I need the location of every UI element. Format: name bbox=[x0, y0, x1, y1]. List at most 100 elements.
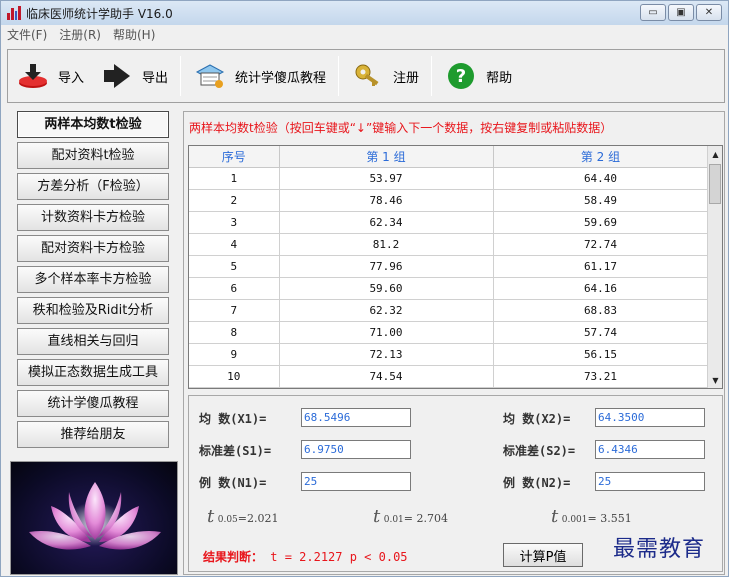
app-chart-icon bbox=[7, 6, 21, 20]
row-index-cell: 9 bbox=[189, 343, 280, 366]
menu-register[interactable]: 注册(R) bbox=[53, 26, 107, 43]
row-index-cell: 1 bbox=[189, 167, 280, 190]
table-row[interactable]: 7 62.32 68.83 bbox=[189, 299, 709, 322]
result-value: t = 2.2127 p < 0.05 bbox=[270, 550, 408, 564]
table-row[interactable]: 1 53.97 64.40 bbox=[189, 167, 709, 190]
group2-cell[interactable]: 56.15 bbox=[493, 343, 709, 366]
group2-cell[interactable]: 72.74 bbox=[493, 233, 709, 256]
nav-recommend-friend[interactable]: 推荐给朋友 bbox=[17, 421, 169, 448]
group1-cell[interactable]: 71.00 bbox=[279, 321, 494, 344]
export-icon bbox=[100, 61, 134, 91]
group2-cell[interactable]: 59.69 bbox=[493, 211, 709, 234]
column-header-index: 序号 bbox=[189, 146, 280, 168]
table-row[interactable]: 10 74.54 73.21 bbox=[189, 365, 709, 388]
group2-cell[interactable]: 73.21 bbox=[493, 365, 709, 388]
minimize-button[interactable]: ▭ bbox=[640, 4, 666, 21]
toolbar-separator bbox=[338, 56, 340, 96]
result-judgement: 结果判断： t = 2.2127 p < 0.05 bbox=[203, 550, 408, 564]
vertical-scrollbar[interactable]: ▲ ▼ bbox=[707, 146, 722, 388]
group1-cell[interactable]: 59.60 bbox=[279, 277, 494, 300]
nav-anova[interactable]: 方差分析（F检验） bbox=[17, 173, 169, 200]
nav-paired-t-test[interactable]: 配对资料t检验 bbox=[17, 142, 169, 169]
t-critical-001: t 0.01= 2.704 bbox=[373, 506, 448, 527]
import-button[interactable]: 导入 bbox=[8, 56, 92, 96]
export-button[interactable]: 导出 bbox=[92, 56, 176, 96]
maximize-button[interactable]: ▣ bbox=[668, 4, 694, 21]
toolbar-separator bbox=[180, 56, 182, 96]
group1-cell[interactable]: 78.46 bbox=[279, 189, 494, 212]
window-title: 临床医师统计学助手 V16.0 bbox=[26, 6, 173, 21]
key-icon bbox=[351, 61, 385, 91]
t-critical-0001: t 0.001= 3.551 bbox=[551, 506, 632, 527]
group2-cell[interactable]: 64.40 bbox=[493, 167, 709, 190]
t-critical-005: t 0.05=2.021 bbox=[207, 506, 279, 527]
scroll-down-icon[interactable]: ▼ bbox=[708, 372, 722, 388]
sd2-label: 标准差(S2)= bbox=[503, 444, 576, 458]
n2-label: 例 数(N2)= bbox=[503, 476, 571, 490]
nav-correlation-regression[interactable]: 直线相关与回归 bbox=[17, 328, 169, 355]
data-grid[interactable]: 序号 第 1 组 第 2 组 1 53.97 64.40 2 78.46 58.49 3 62… bbox=[188, 145, 723, 389]
watermark-text: 最需教育 bbox=[613, 537, 706, 562]
group1-cell[interactable]: 81.2 bbox=[279, 233, 494, 256]
table-row[interactable]: 6 59.60 64.16 bbox=[189, 277, 709, 300]
row-index-cell: 3 bbox=[189, 211, 280, 234]
calculate-p-button[interactable]: 计算P值 bbox=[503, 543, 583, 567]
nav-two-sample-t-test[interactable]: 两样本均数t检验 bbox=[17, 111, 169, 138]
app-window: 临床医师统计学助手 V16.0 ▭ ▣ ✕ 文件(F) 注册(R) 帮助(H) … bbox=[0, 0, 729, 577]
column-header-group1: 第 1 组 bbox=[279, 146, 494, 168]
mean2-label: 均 数(X2)= bbox=[503, 412, 571, 426]
table-row[interactable]: 5 77.96 61.17 bbox=[189, 255, 709, 278]
group1-cell[interactable]: 74.54 bbox=[279, 365, 494, 388]
nav-chi-square-paired[interactable]: 配对资料卡方检验 bbox=[17, 235, 169, 262]
group2-cell[interactable]: 57.74 bbox=[493, 321, 709, 344]
help-icon: ? bbox=[444, 61, 478, 91]
group2-cell[interactable]: 58.49 bbox=[493, 189, 709, 212]
n1-field[interactable]: 25 bbox=[301, 472, 411, 491]
import-icon bbox=[16, 61, 50, 91]
sd1-label: 标准差(S1)= bbox=[199, 444, 272, 458]
menu-file[interactable]: 文件(F) bbox=[1, 26, 53, 43]
table-row[interactable]: 2 78.46 58.49 bbox=[189, 189, 709, 212]
row-index-cell: 10 bbox=[189, 365, 280, 388]
row-index-cell: 7 bbox=[189, 299, 280, 322]
help-button[interactable]: ? 帮助 bbox=[436, 56, 520, 96]
mean2-field[interactable]: 64.3500 bbox=[595, 408, 705, 427]
group1-cell[interactable]: 62.32 bbox=[279, 299, 494, 322]
menu-bar: 文件(F) 注册(R) 帮助(H) bbox=[1, 25, 728, 44]
title-bar: 临床医师统计学助手 V16.0 ▭ ▣ ✕ bbox=[1, 1, 728, 25]
export-label: 导出 bbox=[142, 70, 169, 86]
table-row[interactable]: 8 71.00 57.74 bbox=[189, 321, 709, 344]
n2-field[interactable]: 25 bbox=[595, 472, 705, 491]
table-row[interactable]: 3 62.34 59.69 bbox=[189, 211, 709, 234]
group2-cell[interactable]: 61.17 bbox=[493, 255, 709, 278]
group1-cell[interactable]: 62.34 bbox=[279, 211, 494, 234]
scroll-up-icon[interactable]: ▲ bbox=[708, 146, 722, 162]
register-button[interactable]: 注册 bbox=[343, 56, 427, 96]
sd1-field[interactable]: 6.9750 bbox=[301, 440, 411, 459]
test-type-nav: 两样本均数t检验 配对资料t检验 方差分析（F检验） 计数资料卡方检验 配对资料… bbox=[7, 111, 179, 452]
group1-cell[interactable]: 77.96 bbox=[279, 255, 494, 278]
group2-cell[interactable]: 64.16 bbox=[493, 277, 709, 300]
menu-help[interactable]: 帮助(H) bbox=[107, 26, 161, 43]
nav-chi-square-multi-rate[interactable]: 多个样本率卡方检验 bbox=[17, 266, 169, 293]
scroll-thumb[interactable] bbox=[709, 164, 721, 204]
sd2-field[interactable]: 6.4346 bbox=[595, 440, 705, 459]
table-row[interactable]: 9 72.13 56.15 bbox=[189, 343, 709, 366]
input-hint: 两样本均数t检验（按回车键或“↓”键输入下一个数据，按右键复制或粘贴数据） bbox=[189, 121, 613, 135]
tutorial-button[interactable]: 统计学傻瓜教程 bbox=[185, 56, 334, 96]
nav-statistics-tutorial[interactable]: 统计学傻瓜教程 bbox=[17, 390, 169, 417]
nav-normal-data-generator[interactable]: 模拟正态数据生成工具 bbox=[17, 359, 169, 386]
close-button[interactable]: ✕ bbox=[696, 4, 722, 21]
import-label: 导入 bbox=[58, 70, 85, 86]
mean1-field[interactable]: 68.5496 bbox=[301, 408, 411, 427]
group1-cell[interactable]: 53.97 bbox=[279, 167, 494, 190]
svg-text:?: ? bbox=[456, 66, 466, 87]
nav-chi-square-count[interactable]: 计数资料卡方检验 bbox=[17, 204, 169, 231]
tutorial-icon bbox=[193, 61, 227, 91]
mean1-label: 均 数(X1)= bbox=[199, 412, 267, 426]
nav-rank-sum-ridit[interactable]: 秩和检验及Ridit分析 bbox=[17, 297, 169, 324]
group2-cell[interactable]: 68.83 bbox=[493, 299, 709, 322]
group1-cell[interactable]: 72.13 bbox=[279, 343, 494, 366]
tutorial-label: 统计学傻瓜教程 bbox=[235, 70, 327, 86]
table-row[interactable]: 4 81.2 72.74 bbox=[189, 233, 709, 256]
